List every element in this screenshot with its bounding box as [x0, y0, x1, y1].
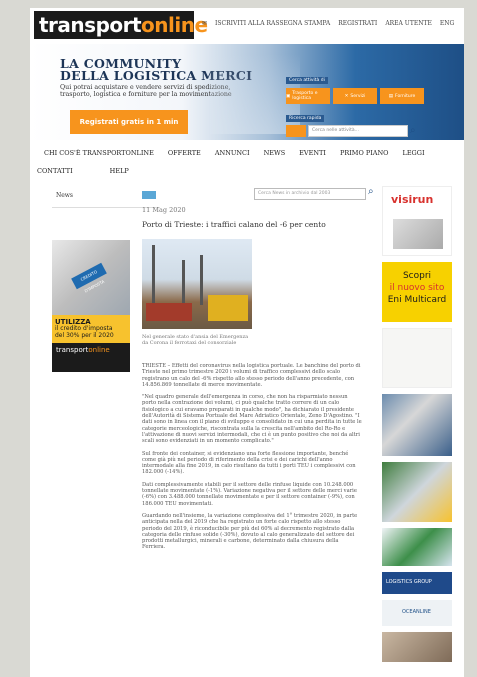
news-label: News [56, 192, 74, 199]
top-nav-register[interactable]: REGISTRATI [338, 20, 377, 27]
eni-line1: Scopri [402, 271, 432, 281]
service-transport-button[interactable]: ▣ Trasporto e logistica [286, 88, 330, 104]
article-photo [142, 239, 252, 329]
promo-key-label: CREDITO D'IMPOSTA [71, 262, 107, 293]
service-services-label: Servizi [350, 93, 366, 99]
quick-search-input[interactable]: Cerca nelle attività... [308, 125, 408, 137]
paragraph: Guardando nell'insieme, la variazione co… [142, 512, 358, 551]
quick-search: Cerca nelle attività... ⌕ [286, 125, 426, 137]
service-supplies-label: Forniture [395, 93, 416, 99]
rail-wagons [146, 303, 192, 321]
promo-line3: del 30% per il 2020 [55, 331, 114, 339]
photo-caption: Nel generale stato d'ansia del Emergenza… [142, 334, 249, 346]
ad-machinery-photo[interactable] [382, 462, 452, 522]
nav-item-offers[interactable]: OFFERTE [161, 146, 208, 164]
panel-label: Cerca attività di [286, 77, 328, 84]
box-icon: ▤ [388, 93, 394, 99]
quick-search-label: Ricerca rapida [286, 115, 325, 122]
site-logo[interactable]: transportonline [34, 11, 208, 39]
ad-documents[interactable] [382, 328, 452, 388]
nav-item-contacts[interactable]: CONTATTI [30, 164, 80, 182]
eni-line3: Eni Multicard [387, 295, 447, 305]
page: transportonline ✉ ISCRIVITI ALLA RASSEGN… [30, 8, 464, 677]
crane-2 [182, 260, 185, 305]
search-icon[interactable]: ⌕ [368, 186, 374, 197]
tax-credit-promo[interactable]: CREDITO D'IMPOSTA UTILIZZA il credito d'… [52, 240, 130, 372]
service-buttons: ▣ Trasporto e logistica ✕ Servizi ▤ Fornitu… [286, 88, 426, 104]
logo-main-text: transport [39, 13, 142, 37]
crane-3 [200, 255, 203, 305]
ad-oceanline[interactable]: OCEANLINE [382, 600, 452, 626]
article-date: 11 Mag 2020 [142, 206, 186, 214]
logo-accent-text: online [141, 13, 208, 37]
news-archive-search-input[interactable]: Cerca News in archivio dal 2003 [254, 188, 366, 200]
register-cta-button[interactable]: Registrati gratis in 1 min [70, 110, 188, 134]
paragraph: "Nel quadro generale dell'emergenza in c… [142, 394, 362, 445]
news-tag-badge[interactable] [142, 191, 156, 199]
nav-item-events[interactable]: EVENTI [292, 146, 333, 164]
main-nav: CHI COS'È TRANSPORTONLINE OFFERTE ANNUNC… [30, 146, 464, 182]
search-icon[interactable]: ⌕ [410, 125, 422, 137]
promo-headline: UTILIZZA il credito d'imposta del 30% pe… [52, 315, 130, 343]
newsletter-icon: ✉ [202, 20, 208, 27]
nav-item-about[interactable]: CHI COS'È TRANSPORTONLINE [30, 146, 161, 164]
top-bar: transportonline ✉ ISCRIVITI ALLA RASSEGN… [30, 8, 464, 44]
ad-workers-photo[interactable] [382, 394, 452, 456]
ad-logo-banner[interactable] [382, 528, 452, 566]
paragraph: Sul fronte dei container, si evidenziano… [142, 450, 356, 476]
hero-search-panel: Cerca attività di ▣ Trasporto e logistica… [286, 66, 426, 137]
nav-item-primo-piano[interactable]: PRIMO PIANO [333, 146, 396, 164]
article-title: Porto di Trieste: i traffici calano del … [142, 220, 326, 229]
paragraph: TRIESTE – Effetti del coronavirus nella … [142, 363, 361, 388]
ad-visirun[interactable]: visirun [382, 186, 452, 256]
hero-banner: LA COMMUNITY DELLA LOGISTICA MERCI Qui p… [30, 44, 464, 140]
visirun-logo: visirun [391, 193, 434, 206]
promo-keyboard-image: CREDITO D'IMPOSTA [52, 240, 130, 315]
promo-brand: transportonline [52, 343, 130, 357]
nav-item-help[interactable]: HELP [80, 164, 136, 182]
top-nav-user-area[interactable]: AREA UTENTE [385, 20, 432, 27]
top-nav: ✉ ISCRIVITI ALLA RASSEGNA STAMPA REGISTR… [202, 20, 454, 27]
crane-1 [152, 245, 155, 305]
paragraph: Dati complessivamente stabili per il set… [142, 481, 357, 507]
ads-column: visirun Scopri il nuovo sito Eni Multica… [382, 186, 462, 668]
nav-item-news[interactable]: NEWS [257, 146, 293, 164]
nav-item-ads[interactable]: ANNUNCI [208, 146, 257, 164]
promo-brand-main: transport [56, 345, 89, 354]
truck-icon: ▣ [286, 93, 291, 99]
service-transport-label: Trasporto e logistica [292, 91, 318, 101]
eni-line2: il nuovo sito [389, 283, 445, 293]
top-nav-newsletter[interactable]: ISCRIVITI ALLA RASSEGNA STAMPA [215, 20, 330, 27]
article-body: TRIESTE – Effetti del coronavirus nella … [142, 363, 362, 557]
visirun-devices-image [393, 219, 443, 249]
service-supplies-button[interactable]: ▤ Forniture [380, 88, 424, 104]
ad-logistics-group[interactable]: LOGISTICS GROUP [382, 572, 452, 594]
nav-item-laws[interactable]: LEGGI [396, 146, 432, 164]
ad-photo-bottom[interactable] [382, 632, 452, 662]
tools-icon: ✕ [344, 93, 349, 99]
ad-eni-multicard[interactable]: Scopri il nuovo sito Eni Multicard [382, 262, 452, 322]
yellow-crane-load [208, 295, 248, 321]
service-services-button[interactable]: ✕ Servizi [333, 88, 377, 104]
category-select[interactable] [286, 125, 306, 137]
promo-brand-accent: online [88, 345, 110, 354]
top-nav-language[interactable]: ENG [440, 20, 454, 27]
